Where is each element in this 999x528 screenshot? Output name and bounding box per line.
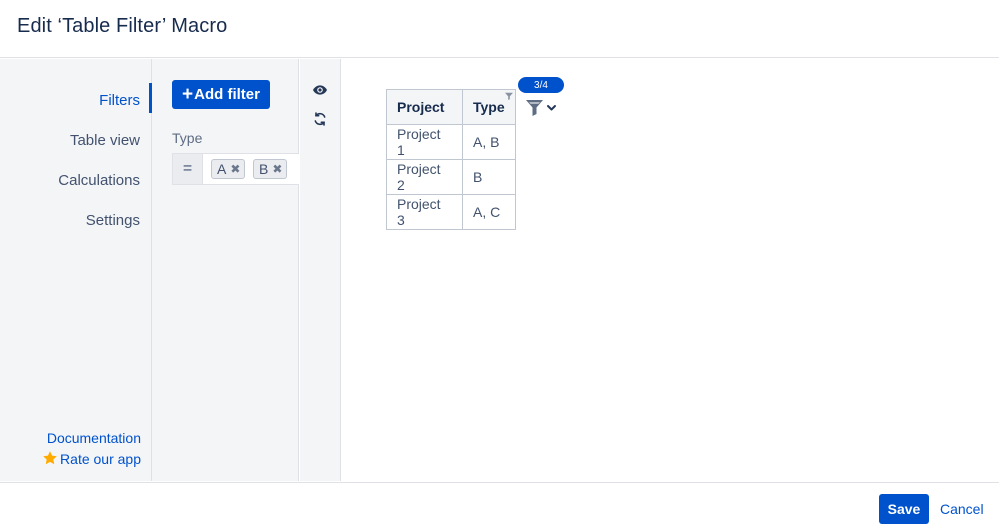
table-header-row: Project Type (386, 89, 516, 125)
tag-label: A (217, 161, 227, 177)
table-cell: Project 3 (386, 194, 463, 230)
filter-row: = A ✖ B ✖ (172, 153, 299, 185)
table-cell: A, C (462, 194, 516, 230)
save-button[interactable]: Save (879, 494, 929, 524)
table-cell: Project 2 (386, 159, 463, 195)
funnel-icon[interactable] (525, 99, 559, 117)
dialog-title: Edit ‘Table Filter’ Macro (17, 15, 228, 37)
remove-tag-icon[interactable]: ✖ (230, 162, 240, 176)
remove-tag-icon[interactable]: ✖ (272, 162, 282, 176)
table-cell: Project 1 (386, 124, 463, 160)
sidebar-item-filters[interactable]: Filters (99, 92, 140, 109)
operator-select[interactable]: = (173, 154, 203, 184)
rate-app-label: Rate our app (60, 451, 141, 467)
filter-tag: B ✖ (253, 159, 288, 179)
sidebar: Filters Table view Calculations Settings… (0, 59, 152, 481)
preview-area: Project Type Project 1 A, B Project 2 B … (341, 59, 999, 481)
dialog-header: Edit ‘Table Filter’ Macro (0, 0, 999, 58)
documentation-link[interactable]: Documentation (47, 430, 141, 446)
cancel-button[interactable]: Cancel (940, 501, 984, 517)
tag-label: B (259, 161, 269, 177)
dialog-footer: Save Cancel (0, 482, 999, 528)
sidebar-item-table-view[interactable]: Table view (70, 132, 140, 149)
filter-tag: A ✖ (211, 159, 246, 179)
tools-column (300, 59, 341, 481)
table-row: Project 1 A, B (386, 124, 516, 160)
plus-icon: + (182, 84, 194, 105)
table-row: Project 2 B (386, 159, 516, 195)
column-filter-icon (505, 92, 513, 100)
star-icon (43, 451, 57, 465)
sidebar-item-calculations[interactable]: Calculations (58, 172, 140, 189)
refresh-icon[interactable] (312, 111, 328, 127)
sidebar-item-settings[interactable]: Settings (86, 212, 140, 229)
table-cell: A, B (462, 124, 516, 160)
add-filter-label: Add filter (194, 86, 260, 103)
filters-panel: + Add filter Type = A ✖ B ✖ (152, 59, 299, 481)
add-filter-button[interactable]: + Add filter (172, 80, 270, 109)
column-header[interactable]: Project (386, 89, 463, 125)
table-row: Project 3 A, C (386, 194, 516, 230)
filter-column-label: Type (172, 130, 203, 146)
row-count-badge: 3/4 (518, 77, 564, 93)
table-cell: B (462, 159, 516, 195)
column-header[interactable]: Type (462, 89, 516, 125)
preview-table: Project Type Project 1 A, B Project 2 B … (386, 89, 516, 230)
eye-icon[interactable] (312, 82, 328, 98)
rate-app-link[interactable]: Rate our app (42, 450, 141, 467)
column-header-label: Type (473, 99, 505, 115)
